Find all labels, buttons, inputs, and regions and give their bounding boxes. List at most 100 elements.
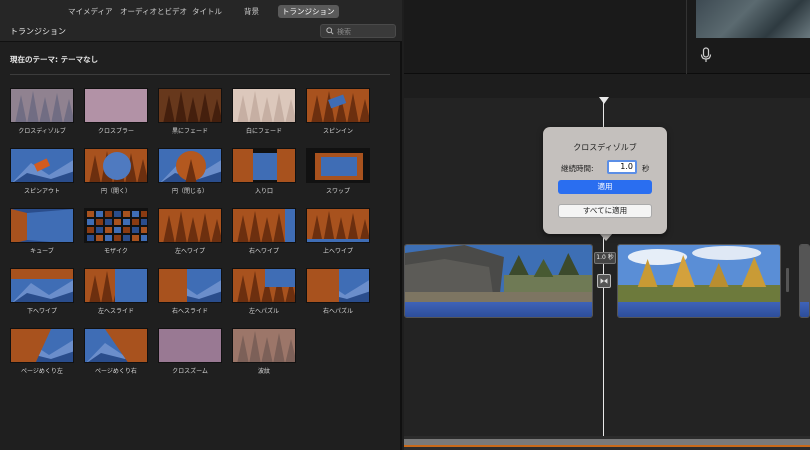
- video-clip[interactable]: [404, 244, 593, 318]
- transition-thumbnail: [232, 268, 296, 303]
- transition-thumbnail: [84, 328, 148, 363]
- transition-tile[interactable]: 左へワイプ: [158, 208, 222, 255]
- transition-tile[interactable]: 右へパズル: [306, 268, 370, 315]
- viewer-area: [404, 0, 810, 74]
- transition-tile[interactable]: スピンイン: [306, 88, 370, 135]
- transition-thumbnail: [232, 328, 296, 363]
- transition-icon[interactable]: [597, 274, 611, 288]
- panel-title: トランジション: [10, 27, 66, 36]
- transition-label: 左へスライド: [97, 308, 134, 315]
- transition-tile[interactable]: 黒にフェード: [158, 88, 222, 135]
- transition-tile[interactable]: スワップ: [306, 148, 370, 195]
- transition-label: 白にフェード: [245, 128, 282, 135]
- clip-resize-handle[interactable]: [786, 268, 789, 292]
- transition-label: モザイク: [104, 248, 128, 255]
- transition-label: 上へワイプ: [322, 248, 353, 255]
- transition-tile[interactable]: ページめくり右: [84, 328, 148, 375]
- tab-my-media[interactable]: マイメディア: [64, 5, 116, 18]
- transition-thumbnail: [158, 268, 222, 303]
- transition-tile[interactable]: 左へスライド: [84, 268, 148, 315]
- transition-tile[interactable]: スピンアウト: [10, 148, 74, 195]
- tab-transitions[interactable]: トランジション: [278, 5, 339, 18]
- transition-duration-badge: 1.0 秒: [594, 252, 616, 264]
- transition-thumbnail: [10, 88, 74, 123]
- transition-thumbnail: [10, 328, 74, 363]
- transition-tile[interactable]: 右へワイプ: [232, 208, 296, 255]
- transition-thumbnail: [158, 328, 222, 363]
- transition-tile[interactable]: 円（開く）: [84, 148, 148, 195]
- search-icon: [326, 27, 334, 35]
- transition-label: 右へパズル: [322, 308, 353, 315]
- tab-titles[interactable]: タイトル: [188, 5, 226, 18]
- popover-title: クロスディゾルブ: [573, 143, 637, 152]
- transition-tile[interactable]: 波紋: [232, 328, 296, 375]
- transition-tile[interactable]: 入り口: [232, 148, 296, 195]
- transition-tile[interactable]: ページめくり左: [10, 328, 74, 375]
- transition-tile[interactable]: 左へパズル: [232, 268, 296, 315]
- transition-label: スピンイン: [322, 128, 353, 135]
- apply-button[interactable]: 適用: [558, 180, 652, 194]
- clip-thumbnail: [800, 245, 809, 302]
- transition-tile[interactable]: モザイク: [84, 208, 148, 255]
- transition-label: クロスディゾルブ: [18, 128, 66, 135]
- editor-panel: 1.0 秒 クロスディゾルブ 継続時間: 1.0 秒 適用 すべてに適用: [404, 0, 810, 450]
- transition-label: 左へワイプ: [174, 248, 205, 255]
- transition-thumbnail: [232, 148, 296, 183]
- transition-tile[interactable]: 右へスライド: [158, 268, 222, 315]
- preview-thumbnail: [696, 0, 810, 38]
- transition-tile[interactable]: クロスブラー: [84, 88, 148, 135]
- transition-tile[interactable]: 円（閉じる）: [158, 148, 222, 195]
- transition-thumbnail: [84, 268, 148, 303]
- imovie-window: マイメディア オーディオとビデオ タイトル 背景 トランジション トランジション…: [0, 0, 810, 450]
- transition-label: クロスブラー: [97, 128, 134, 135]
- transition-label: スワップ: [325, 188, 350, 195]
- transition-tile[interactable]: キューブ: [10, 208, 74, 255]
- transition-thumbnail: [10, 268, 74, 303]
- transition-thumbnail: [84, 148, 148, 183]
- transition-label: 下へワイプ: [26, 308, 57, 315]
- transition-label: スピンアウト: [23, 188, 60, 195]
- current-theme-label: 現在のテーマ: テーマなし: [10, 55, 99, 64]
- transition-thumbnail: [232, 88, 296, 123]
- transition-tile[interactable]: 白にフェード: [232, 88, 296, 135]
- transition-label: キューブ: [30, 248, 54, 255]
- transition-thumbnail: [10, 208, 74, 243]
- transition-tile[interactable]: クロスディゾルブ: [10, 88, 74, 135]
- search-input[interactable]: [337, 26, 393, 37]
- clip-thumbnail: [405, 245, 592, 302]
- tab-audio-video[interactable]: オーディオとビデオ: [116, 5, 191, 18]
- transition-label: ページめくり左: [21, 368, 63, 375]
- transition-label: 黒にフェード: [171, 128, 208, 135]
- transition-thumbnail: [84, 208, 148, 243]
- transition-thumbnail: [10, 148, 74, 183]
- browser-panel: マイメディア オーディオとビデオ タイトル 背景 トランジション トランジション…: [0, 0, 402, 450]
- transition-tile[interactable]: 下へワイプ: [10, 268, 74, 315]
- transition-label: クロスズーム: [172, 368, 208, 375]
- scroll-indicator: [404, 445, 810, 447]
- transition-thumbnail: [84, 88, 148, 123]
- top-nav-bar: マイメディア オーディオとビデオ タイトル 背景 トランジション: [0, 0, 402, 22]
- transition-label: 入り口: [254, 188, 273, 195]
- transition-thumbnail: [306, 208, 370, 243]
- playhead-marker[interactable]: [599, 97, 609, 104]
- divider: [10, 74, 390, 75]
- search-field[interactable]: [320, 24, 396, 38]
- microphone-icon[interactable]: [700, 47, 712, 63]
- audio-waveform: [618, 302, 780, 317]
- transition-label: 円（開く）: [100, 188, 131, 195]
- transition-thumbnail: [306, 268, 370, 303]
- tab-backgrounds[interactable]: 背景: [240, 5, 263, 18]
- transition-tile[interactable]: クロスズーム: [158, 328, 222, 375]
- transition-thumbnail: [306, 88, 370, 123]
- video-clip[interactable]: [799, 244, 810, 318]
- transition-popover: クロスディゾルブ 継続時間: 1.0 秒 適用 すべてに適用: [543, 127, 667, 234]
- video-clip[interactable]: [617, 244, 781, 318]
- transition-tile[interactable]: 上へワイプ: [306, 208, 370, 255]
- clip-thumbnail: [618, 245, 780, 302]
- apply-all-button[interactable]: すべてに適用: [558, 204, 652, 218]
- transition-thumbnail: [158, 88, 222, 123]
- transition-label: 左へパズル: [248, 308, 279, 315]
- transition-thumbnail: [306, 148, 370, 183]
- duration-input[interactable]: 1.0: [607, 160, 637, 174]
- duration-label: 継続時間:: [561, 164, 594, 173]
